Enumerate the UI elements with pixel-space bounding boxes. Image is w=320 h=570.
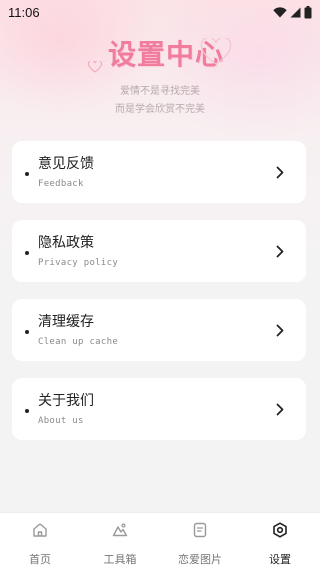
- menu-item-label: 意见反馈: [38, 156, 94, 172]
- page-title-logo: 设置中心: [82, 28, 242, 76]
- battery-icon: [304, 5, 312, 19]
- status-time: 11:06: [8, 4, 40, 20]
- status-bar: 11:06: [0, 0, 320, 24]
- subtitle-line-2: 而是学会欣赏不完美: [115, 104, 205, 115]
- chevron-right-icon: [276, 164, 284, 183]
- chevron-right-icon: [276, 243, 284, 262]
- chevron-right-icon: [276, 401, 284, 420]
- heart-icon: [87, 58, 103, 77]
- tab-toolbox[interactable]: 工具箱: [80, 513, 160, 570]
- bullet-dot: [25, 409, 29, 413]
- subtitle-line-1: 爱情不是寻找完美: [120, 86, 200, 97]
- bottom-tab-bar: 首页 工具箱 恋爱图片 设置: [0, 512, 320, 570]
- tab-label: 设置: [269, 553, 291, 566]
- menu-item-sublabel: About us: [38, 416, 84, 426]
- wifi-icon: [273, 6, 287, 18]
- menu-item-privacy-policy[interactable]: 隐私政策 Privacy policy: [12, 220, 306, 282]
- bullet-dot: [25, 330, 29, 334]
- tab-love-pictures[interactable]: 恋爱图片: [160, 513, 240, 570]
- menu-item-label: 清理缓存: [38, 314, 94, 330]
- settings-menu: 意见反馈 Feedback 隐私政策 Privacy policy 清理缓存 C…: [12, 141, 306, 457]
- heart-outline-icon: [200, 36, 232, 70]
- menu-item-about-us[interactable]: 关于我们 About us: [12, 378, 306, 440]
- tab-label: 工具箱: [103, 553, 137, 566]
- menu-item-feedback[interactable]: 意见反馈 Feedback: [12, 141, 306, 203]
- tab-settings[interactable]: 设置: [240, 513, 320, 570]
- status-icons: [273, 5, 312, 19]
- menu-item-label: 隐私政策: [38, 235, 94, 251]
- menu-item-sublabel: Privacy policy: [38, 258, 119, 268]
- bullet-dot: [25, 251, 29, 255]
- tab-label: 首页: [29, 553, 51, 566]
- menu-item-label: 关于我们: [38, 393, 94, 409]
- menu-item-clean-cache[interactable]: 清理缓存 Clean up cache: [12, 299, 306, 361]
- home-icon: [32, 522, 48, 542]
- bullet-dot: [25, 172, 29, 176]
- menu-item-sublabel: Feedback: [38, 179, 84, 189]
- header: 设置中心 爱情不是寻找完美 而是学会欣赏不完美: [0, 26, 320, 126]
- tab-home[interactable]: 首页: [0, 513, 80, 570]
- settings-icon: [272, 522, 288, 542]
- signal-icon: [290, 7, 301, 18]
- toolbox-icon: [112, 522, 128, 542]
- image-icon: [192, 522, 208, 542]
- chevron-right-icon: [276, 322, 284, 341]
- tab-label: 恋爱图片: [178, 553, 222, 566]
- menu-item-sublabel: Clean up cache: [38, 337, 119, 347]
